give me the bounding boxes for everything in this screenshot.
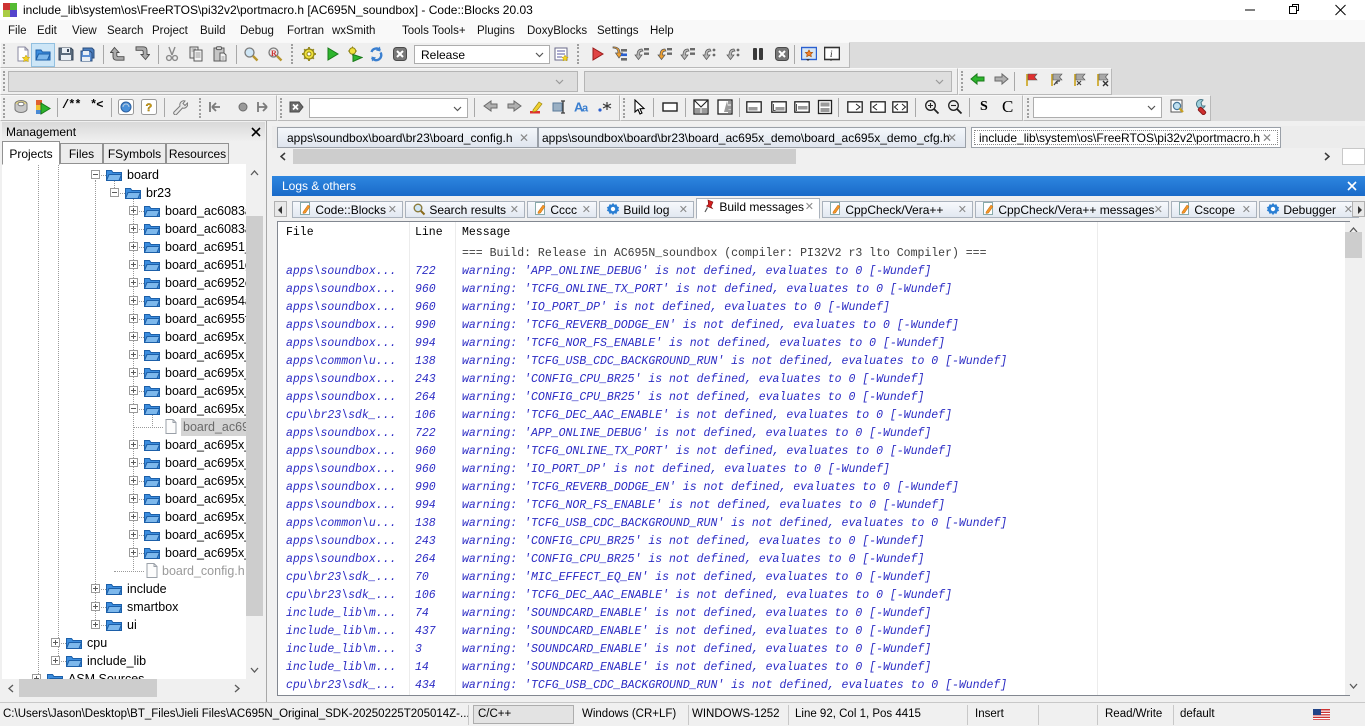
svg-text:?: ?	[146, 102, 153, 114]
svg-text:a: a	[582, 103, 589, 115]
svg-text:R: R	[271, 49, 277, 58]
